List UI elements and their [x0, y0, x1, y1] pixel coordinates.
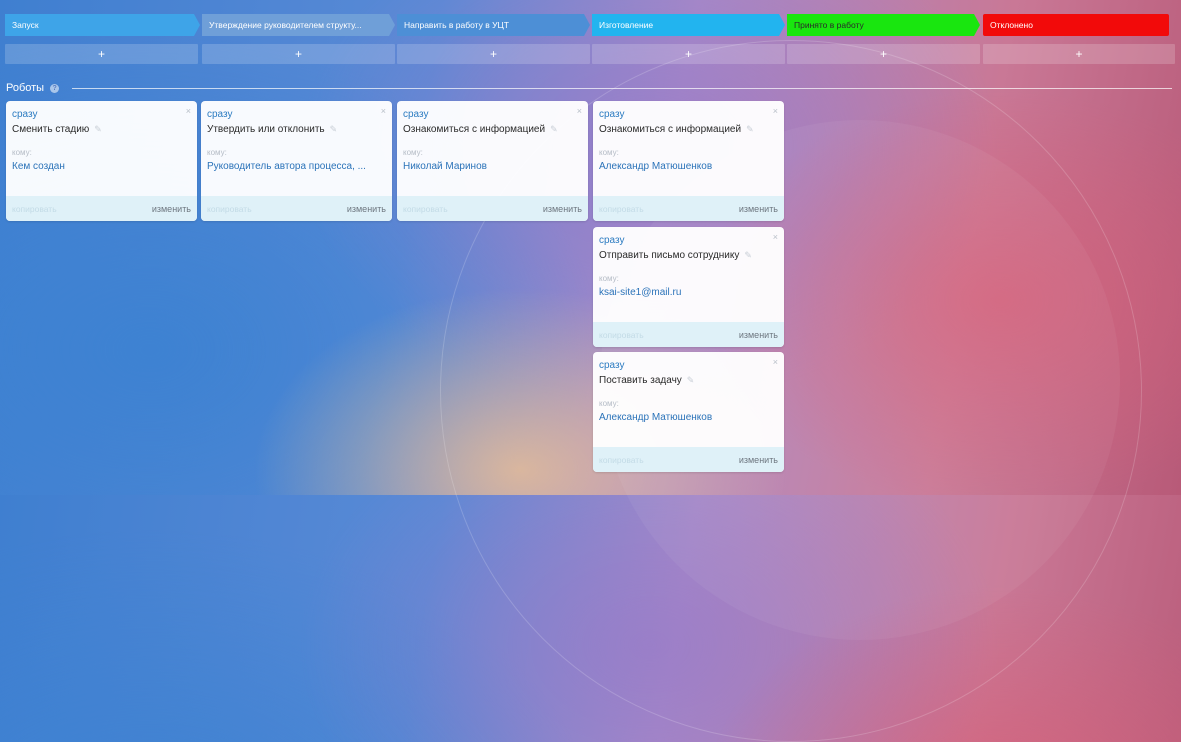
- add-robot-button[interactable]: +: [202, 44, 395, 64]
- recipient-label: кому:: [12, 148, 32, 157]
- robot-name: Сменить стадию ✎: [12, 122, 191, 137]
- add-robot-button[interactable]: +: [787, 44, 980, 64]
- card-footer: копировать изменить: [593, 447, 784, 472]
- recipient-label: кому:: [599, 399, 619, 408]
- stage-bar: Запуск Утверждение руководителем структу…: [5, 14, 1175, 36]
- recipient-value[interactable]: Николай Маринов: [403, 160, 582, 173]
- stage-send-to-work[interactable]: Направить в работу в УЦТ: [397, 14, 590, 36]
- robot-timing[interactable]: сразу: [599, 109, 778, 121]
- stage-manufacturing[interactable]: Изготовление: [592, 14, 785, 36]
- copy-link[interactable]: копировать: [599, 455, 644, 465]
- stage-accepted[interactable]: Принято в работу: [787, 14, 980, 36]
- robot-card: × сразу Поставить задачу ✎ кому: Александ…: [593, 352, 784, 472]
- add-robot-button[interactable]: +: [397, 44, 590, 64]
- robot-name-text: Ознакомиться с информацией: [599, 124, 742, 135]
- copy-link[interactable]: копировать: [599, 330, 644, 340]
- close-icon[interactable]: ×: [186, 106, 191, 116]
- robot-card: × сразу Ознакомиться с информацией ✎ кому…: [593, 101, 784, 221]
- robot-name: Отправить письмо сотруднику ✎: [599, 248, 778, 263]
- card-footer: копировать изменить: [397, 196, 588, 221]
- recipient-value[interactable]: Александр Матюшенков: [599, 160, 778, 173]
- robot-timing[interactable]: сразу: [12, 109, 191, 121]
- robot-timing[interactable]: сразу: [207, 109, 386, 121]
- robot-card: × сразу Утвердить или отклонить ✎ кому: Р…: [201, 101, 392, 221]
- robot-timing[interactable]: сразу: [599, 235, 778, 247]
- recipient-value[interactable]: Александр Матюшенков: [599, 411, 778, 424]
- copy-link[interactable]: копировать: [12, 204, 57, 214]
- recipient-value[interactable]: Руководитель автора процесса, ...: [207, 160, 386, 173]
- recipient-label: кому:: [207, 148, 227, 157]
- pencil-icon[interactable]: ✎: [330, 122, 338, 136]
- robot-timing[interactable]: сразу: [599, 360, 778, 372]
- edit-link[interactable]: изменить: [739, 455, 778, 465]
- robot-card: × сразу Отправить письмо сотруднику ✎ ком…: [593, 227, 784, 347]
- copy-link[interactable]: копировать: [207, 204, 252, 214]
- robot-timing[interactable]: сразу: [403, 109, 582, 121]
- robot-name: Ознакомиться с информацией ✎: [403, 122, 582, 137]
- card-footer: копировать изменить: [201, 196, 392, 221]
- robot-name: Утвердить или отклонить ✎: [207, 122, 386, 137]
- edit-link[interactable]: изменить: [152, 204, 191, 214]
- pencil-icon[interactable]: ✎: [744, 248, 752, 262]
- close-icon[interactable]: ×: [577, 106, 582, 116]
- robot-name: Ознакомиться с информацией ✎: [599, 122, 778, 137]
- close-icon[interactable]: ×: [773, 106, 778, 116]
- stage-rejected[interactable]: Отклонено: [983, 14, 1169, 36]
- robots-header: Роботы ?: [6, 82, 60, 94]
- card-footer: копировать изменить: [593, 196, 784, 221]
- robots-title: Роботы: [6, 82, 45, 94]
- add-robot-row: + + + + + +: [5, 44, 1175, 64]
- add-robot-button[interactable]: +: [5, 44, 198, 64]
- robot-name-text: Ознакомиться с информацией: [403, 124, 546, 135]
- add-robot-button[interactable]: +: [983, 44, 1175, 64]
- card-footer: копировать изменить: [593, 322, 784, 347]
- edit-link[interactable]: изменить: [739, 330, 778, 340]
- stage-start[interactable]: Запуск: [5, 14, 200, 36]
- edit-link[interactable]: изменить: [739, 204, 778, 214]
- robot-name-text: Сменить стадию: [12, 124, 90, 135]
- robot-name-text: Поставить задачу: [599, 375, 682, 386]
- edit-link[interactable]: изменить: [347, 204, 386, 214]
- section-divider: [72, 88, 1172, 89]
- robot-card: × сразу Сменить стадию ✎ кому: Кем создан…: [6, 101, 197, 221]
- recipient-label: кому:: [599, 148, 619, 157]
- recipient-label: кому:: [599, 274, 619, 283]
- robot-name-text: Утвердить или отклонить: [207, 124, 325, 135]
- pencil-icon[interactable]: ✎: [746, 122, 754, 136]
- robot-name: Поставить задачу ✎: [599, 373, 778, 388]
- recipient-value[interactable]: Кем создан: [12, 160, 191, 173]
- close-icon[interactable]: ×: [773, 232, 778, 242]
- add-robot-button[interactable]: +: [592, 44, 785, 64]
- help-icon[interactable]: ?: [50, 83, 60, 93]
- pencil-icon[interactable]: ✎: [94, 122, 102, 136]
- pencil-icon[interactable]: ✎: [550, 122, 558, 136]
- recipient-label: кому:: [403, 148, 423, 157]
- copy-link[interactable]: копировать: [403, 204, 448, 214]
- copy-link[interactable]: копировать: [599, 204, 644, 214]
- close-icon[interactable]: ×: [773, 357, 778, 367]
- card-footer: копировать изменить: [6, 196, 197, 221]
- edit-link[interactable]: изменить: [543, 204, 582, 214]
- robot-card: × сразу Ознакомиться с информацией ✎ кому…: [397, 101, 588, 221]
- close-icon[interactable]: ×: [381, 106, 386, 116]
- robot-name-text: Отправить письмо сотруднику: [599, 250, 740, 261]
- stage-approval[interactable]: Утверждение руководителем структу...: [202, 14, 395, 36]
- pencil-icon[interactable]: ✎: [687, 373, 695, 387]
- recipient-value[interactable]: ksai-site1@mail.ru: [599, 286, 778, 299]
